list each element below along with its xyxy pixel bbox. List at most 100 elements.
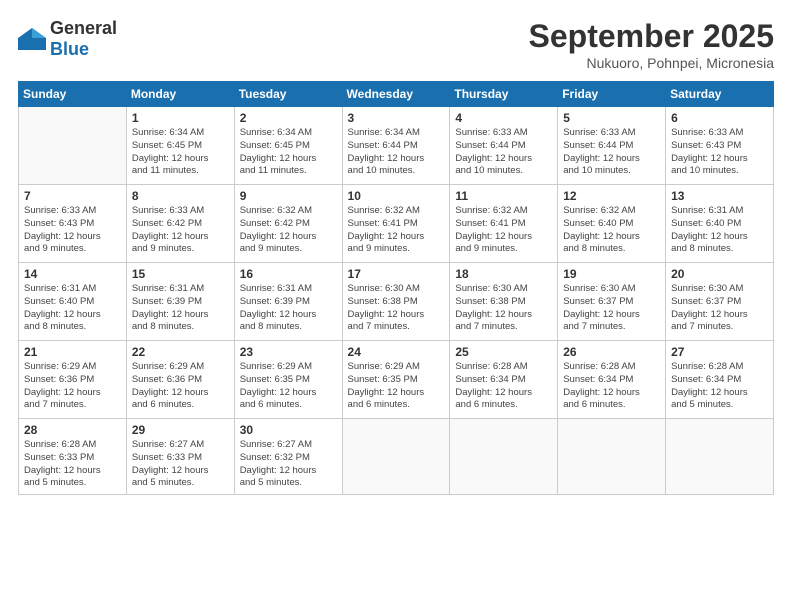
calendar-cell: 9 Sunrise: 6:32 AMSunset: 6:42 PMDaylight…: [234, 185, 342, 263]
day-number: 26: [563, 345, 660, 359]
day-number: 19: [563, 267, 660, 281]
calendar-cell: [558, 419, 666, 495]
header-thursday: Thursday: [450, 82, 558, 107]
calendar-cell: 19 Sunrise: 6:30 AMSunset: 6:37 PMDayligh…: [558, 263, 666, 341]
calendar-cell: 15Sunrise: 6:31 AMSunset: 6:39 PMDayligh…: [126, 263, 234, 341]
day-info: Sunrise: 6:34 AMSunset: 6:45 PMDaylight:…: [132, 127, 229, 178]
calendar-cell: 26 Sunrise: 6:28 AMSunset: 6:34 PMDayligh…: [558, 341, 666, 419]
day-number: 30: [240, 423, 337, 437]
title-block: September 2025 Nukuoro, Pohnpei, Microne…: [529, 18, 774, 71]
calendar-cell: [342, 419, 450, 495]
day-info: Sunrise: 6:27 AMSunset: 6:33 PMDaylight:…: [132, 439, 229, 490]
header: General Blue September 2025 Nukuoro, Poh…: [18, 18, 774, 71]
calendar-cell: 11 Sunrise: 6:32 AMSunset: 6:41 PMDayligh…: [450, 185, 558, 263]
calendar-cell: [19, 107, 127, 185]
day-number: 7: [24, 189, 121, 203]
calendar-cell: 3 Sunrise: 6:34 AMSunset: 6:44 PMDaylight…: [342, 107, 450, 185]
day-number: 25: [455, 345, 552, 359]
calendar: Sunday Monday Tuesday Wednesday Thursday…: [18, 81, 774, 495]
day-number: 10: [348, 189, 445, 203]
calendar-cell: 23 Sunrise: 6:29 AMSunset: 6:35 PMDayligh…: [234, 341, 342, 419]
day-info: Sunrise: 6:33 AMSunset: 6:44 PMDaylight:…: [455, 127, 552, 178]
calendar-week-row: 1 Sunrise: 6:34 AMSunset: 6:45 PMDaylight…: [19, 107, 774, 185]
day-info: Sunrise: 6:30 AMSunset: 6:38 PMDaylight:…: [348, 283, 445, 334]
day-info: Sunrise: 6:29 AMSunset: 6:35 PMDaylight:…: [240, 361, 337, 412]
day-info: Sunrise: 6:32 AMSunset: 6:42 PMDaylight:…: [240, 205, 337, 256]
day-info: Sunrise: 6:29 AMSunset: 6:36 PMDaylight:…: [24, 361, 121, 412]
calendar-cell: 5Sunrise: 6:33 AMSunset: 6:44 PMDaylight…: [558, 107, 666, 185]
header-friday: Friday: [558, 82, 666, 107]
day-number: 23: [240, 345, 337, 359]
calendar-week-row: 14Sunrise: 6:31 AMSunset: 6:40 PMDayligh…: [19, 263, 774, 341]
day-info: Sunrise: 6:30 AMSunset: 6:38 PMDaylight:…: [455, 283, 552, 334]
logo-text: General Blue: [50, 18, 117, 60]
day-info: Sunrise: 6:29 AMSunset: 6:35 PMDaylight:…: [348, 361, 445, 412]
day-number: 22: [132, 345, 229, 359]
calendar-cell: 17 Sunrise: 6:30 AMSunset: 6:38 PMDayligh…: [342, 263, 450, 341]
calendar-week-row: 7 Sunrise: 6:33 AMSunset: 6:43 PMDaylight…: [19, 185, 774, 263]
day-info: Sunrise: 6:28 AMSunset: 6:34 PMDaylight:…: [563, 361, 660, 412]
header-wednesday: Wednesday: [342, 82, 450, 107]
day-number: 17: [348, 267, 445, 281]
day-info: Sunrise: 6:30 AMSunset: 6:37 PMDaylight:…: [563, 283, 660, 334]
day-info: Sunrise: 6:31 AMSunset: 6:39 PMDaylight:…: [240, 283, 337, 334]
calendar-cell: 18 Sunrise: 6:30 AMSunset: 6:38 PMDayligh…: [450, 263, 558, 341]
day-info: Sunrise: 6:33 AMSunset: 6:42 PMDaylight:…: [132, 205, 229, 256]
day-number: 20: [671, 267, 768, 281]
weekday-header-row: Sunday Monday Tuesday Wednesday Thursday…: [19, 82, 774, 107]
calendar-cell: 22 Sunrise: 6:29 AMSunset: 6:36 PMDayligh…: [126, 341, 234, 419]
calendar-cell: 25 Sunrise: 6:28 AMSunset: 6:34 PMDayligh…: [450, 341, 558, 419]
day-info: Sunrise: 6:29 AMSunset: 6:36 PMDaylight:…: [132, 361, 229, 412]
day-info: Sunrise: 6:33 AMSunset: 6:43 PMDaylight:…: [24, 205, 121, 256]
day-number: 16: [240, 267, 337, 281]
day-info: Sunrise: 6:34 AMSunset: 6:44 PMDaylight:…: [348, 127, 445, 178]
calendar-cell: 24 Sunrise: 6:29 AMSunset: 6:35 PMDayligh…: [342, 341, 450, 419]
day-number: 1: [132, 111, 229, 125]
day-number: 27: [671, 345, 768, 359]
calendar-cell: 16 Sunrise: 6:31 AMSunset: 6:39 PMDayligh…: [234, 263, 342, 341]
day-info: Sunrise: 6:31 AMSunset: 6:39 PMDaylight:…: [132, 283, 229, 334]
day-info: Sunrise: 6:28 AMSunset: 6:34 PMDaylight:…: [455, 361, 552, 412]
day-number: 24: [348, 345, 445, 359]
day-info: Sunrise: 6:32 AMSunset: 6:40 PMDaylight:…: [563, 205, 660, 256]
calendar-cell: 6Sunrise: 6:33 AMSunset: 6:43 PMDaylight…: [666, 107, 774, 185]
calendar-cell: 21Sunrise: 6:29 AMSunset: 6:36 PMDayligh…: [19, 341, 127, 419]
day-number: 18: [455, 267, 552, 281]
calendar-cell: [666, 419, 774, 495]
day-info: Sunrise: 6:28 AMSunset: 6:33 PMDaylight:…: [24, 439, 121, 490]
logo-icon: [18, 28, 46, 50]
calendar-cell: 8Sunrise: 6:33 AMSunset: 6:42 PMDaylight…: [126, 185, 234, 263]
day-number: 29: [132, 423, 229, 437]
header-sunday: Sunday: [19, 82, 127, 107]
calendar-week-row: 21Sunrise: 6:29 AMSunset: 6:36 PMDayligh…: [19, 341, 774, 419]
logo-general: General: [50, 18, 117, 38]
calendar-cell: 2 Sunrise: 6:34 AMSunset: 6:45 PMDaylight…: [234, 107, 342, 185]
calendar-cell: 7 Sunrise: 6:33 AMSunset: 6:43 PMDaylight…: [19, 185, 127, 263]
day-number: 28: [24, 423, 121, 437]
day-info: Sunrise: 6:32 AMSunset: 6:41 PMDaylight:…: [455, 205, 552, 256]
day-info: Sunrise: 6:31 AMSunset: 6:40 PMDaylight:…: [671, 205, 768, 256]
day-info: Sunrise: 6:30 AMSunset: 6:37 PMDaylight:…: [671, 283, 768, 334]
day-info: Sunrise: 6:32 AMSunset: 6:41 PMDaylight:…: [348, 205, 445, 256]
logo: General Blue: [18, 18, 117, 60]
day-number: 4: [455, 111, 552, 125]
day-info: Sunrise: 6:27 AMSunset: 6:32 PMDaylight:…: [240, 439, 337, 490]
calendar-cell: 28 Sunrise: 6:28 AMSunset: 6:33 PMDayligh…: [19, 419, 127, 495]
day-info: Sunrise: 6:28 AMSunset: 6:34 PMDaylight:…: [671, 361, 768, 412]
logo-blue: Blue: [50, 39, 89, 59]
calendar-cell: 14Sunrise: 6:31 AMSunset: 6:40 PMDayligh…: [19, 263, 127, 341]
calendar-week-row: 28 Sunrise: 6:28 AMSunset: 6:33 PMDayligh…: [19, 419, 774, 495]
calendar-cell: 30 Sunrise: 6:27 AMSunset: 6:32 PMDayligh…: [234, 419, 342, 495]
day-number: 12: [563, 189, 660, 203]
day-number: 9: [240, 189, 337, 203]
day-number: 3: [348, 111, 445, 125]
day-number: 11: [455, 189, 552, 203]
day-number: 2: [240, 111, 337, 125]
month-title: September 2025: [529, 18, 774, 55]
location: Nukuoro, Pohnpei, Micronesia: [529, 55, 774, 71]
calendar-cell: 10 Sunrise: 6:32 AMSunset: 6:41 PMDayligh…: [342, 185, 450, 263]
day-number: 14: [24, 267, 121, 281]
day-info: Sunrise: 6:33 AMSunset: 6:44 PMDaylight:…: [563, 127, 660, 178]
header-monday: Monday: [126, 82, 234, 107]
day-info: Sunrise: 6:34 AMSunset: 6:45 PMDaylight:…: [240, 127, 337, 178]
